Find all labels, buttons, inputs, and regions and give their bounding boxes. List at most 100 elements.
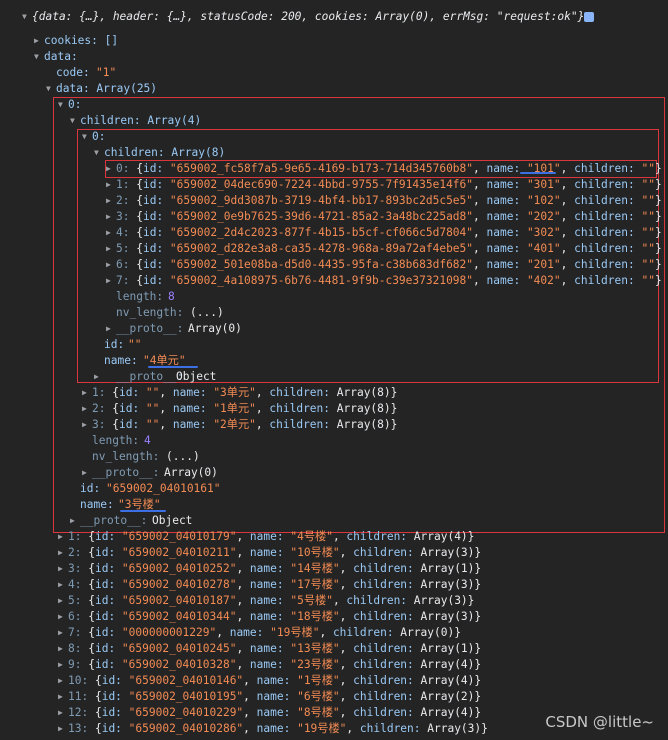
building-summary: 6: {id: "659002_04010344", name: "18号楼",… <box>68 610 482 623</box>
expand-arrow-icon[interactable]: ▶ <box>58 577 67 593</box>
children-key: children: <box>269 386 337 399</box>
expand-arrow-icon[interactable]: ▶ <box>58 657 67 673</box>
proto-row[interactable]: ▶ __proto__: Array(0) <box>0 321 668 337</box>
children-key: children: <box>353 706 421 719</box>
expand-arrow-icon[interactable]: ▶ <box>82 385 91 401</box>
id-key: id: <box>142 178 170 191</box>
expand-arrow-icon[interactable]: ▶ <box>34 33 43 49</box>
children-key: children: <box>353 642 421 655</box>
item0-row[interactable]: ▼ 0: <box>0 97 668 113</box>
room-row[interactable]: ▶ 1: {id: "659002_04dec690-7224-4bbd-9755… <box>0 177 668 193</box>
building-id: "659002_04010286" <box>128 722 244 735</box>
expand-arrow-icon[interactable]: ▶ <box>70 513 79 529</box>
building-row[interactable]: ▶ 7: {id: "000000001229", name: "19号楼", c… <box>0 625 668 641</box>
expand-arrow-icon[interactable]: ▶ <box>106 321 115 337</box>
nv-length-value[interactable]: (...) <box>166 449 200 465</box>
room-row[interactable]: ▶ 2: {id: "659002_9dd3087b-3719-4bf4-bb17… <box>0 193 668 209</box>
room-children: "" <box>641 226 655 239</box>
cookies-row[interactable]: ▶ cookies: [] <box>0 33 668 49</box>
expand-arrow-icon[interactable]: ▶ <box>82 465 91 481</box>
building-proto-obj-row[interactable]: ▶ __proto__: Object <box>0 513 668 529</box>
expand-arrow-icon[interactable]: ▶ <box>94 369 103 385</box>
nv-length-row[interactable]: nv_length: (...) <box>0 305 668 321</box>
expand-arrow-icon[interactable]: ▶ <box>58 641 67 657</box>
response-summary-row[interactable]: ▼ {data: {…}, header: {…}, statusCode: 2… <box>0 9 668 25</box>
building-row[interactable]: ▶ 3: {id: "659002_04010252", name: "14号楼"… <box>0 561 668 577</box>
expand-arrow-icon[interactable]: ▶ <box>58 705 67 721</box>
unit-row[interactable]: ▶ 3: {id: "", name: "2单元", children: Arra… <box>0 417 668 433</box>
building-index: 5: <box>68 594 82 607</box>
item0-children-row[interactable]: ▼ children: Array(4) <box>0 113 668 129</box>
building-row[interactable]: ▶ 11: {id: "659002_04010195", name: "6号楼"… <box>0 689 668 705</box>
building-row[interactable]: ▶ 8: {id: "659002_04010245", name: "13号楼"… <box>0 641 668 657</box>
data-array-row[interactable]: ▼ data: Array(25) <box>0 81 668 97</box>
expand-arrow-icon[interactable]: ▶ <box>106 241 115 257</box>
expand-arrow-icon[interactable]: ▶ <box>106 161 115 177</box>
building-row[interactable]: ▶ 9: {id: "659002_04010328", name: "23号楼"… <box>0 657 668 673</box>
expand-arrow-icon[interactable]: ▼ <box>82 129 91 145</box>
expand-arrow-icon[interactable]: ▼ <box>34 49 43 65</box>
building-children: Array(3) <box>420 578 475 591</box>
expand-arrow-icon[interactable]: ▶ <box>58 593 67 609</box>
info-icon[interactable] <box>584 12 594 22</box>
room-row[interactable]: ▶ 3: {id: "659002_0e9b7625-39d6-4721-85a2… <box>0 209 668 225</box>
item0-proto-row[interactable]: ▶ __proto__: Array(0) <box>0 465 668 481</box>
id-key: id: <box>142 194 170 207</box>
item0-nv-length-row[interactable]: nv_length: (...) <box>0 449 668 465</box>
expand-arrow-icon[interactable]: ▶ <box>106 209 115 225</box>
expand-arrow-icon[interactable]: ▼ <box>58 97 67 113</box>
nv-length-value[interactable]: (...) <box>190 305 224 321</box>
expand-arrow-icon[interactable]: ▶ <box>58 561 67 577</box>
nv-length-key: nv_length: <box>92 450 160 463</box>
room-id: "659002_fc58f7a5-9e65-4169-b173-714d3457… <box>169 162 474 175</box>
unit-row[interactable]: ▶ 1: {id: "", name: "3单元", children: Arra… <box>0 385 668 401</box>
id-key: id: <box>94 610 122 623</box>
expand-arrow-icon[interactable]: ▶ <box>58 529 67 545</box>
expand-arrow-icon[interactable]: ▶ <box>58 673 67 689</box>
length-value: 8 <box>168 290 175 303</box>
expand-arrow-icon[interactable]: ▶ <box>82 417 91 433</box>
expand-arrow-icon[interactable]: ▼ <box>22 9 31 25</box>
unit0-row[interactable]: ▼ 0: <box>0 129 668 145</box>
id-key: id: <box>101 690 129 703</box>
room-row[interactable]: ▶ 6: {id: "659002_501e08ba-d5d0-4435-95fa… <box>0 257 668 273</box>
room-row[interactable]: ▶ 0: {id: "659002_fc58f7a5-9e65-4169-b173… <box>0 161 668 177</box>
unit-row[interactable]: ▶ 2: {id: "", name: "1单元", children: Arra… <box>0 401 668 417</box>
building-children: Array(4) <box>420 658 475 671</box>
unit0-label: 0: <box>92 130 106 143</box>
expand-arrow-icon[interactable]: ▶ <box>58 721 67 737</box>
building-row[interactable]: ▶ 1: {id: "659002_04010179", name: "4号楼",… <box>0 529 668 545</box>
expand-arrow-icon[interactable]: ▼ <box>70 113 79 129</box>
room-index: 3: <box>116 210 130 223</box>
expand-arrow-icon[interactable]: ▶ <box>58 625 67 641</box>
expand-arrow-icon[interactable]: ▼ <box>46 81 55 97</box>
expand-arrow-icon[interactable]: ▶ <box>82 401 91 417</box>
expand-arrow-icon[interactable]: ▶ <box>106 177 115 193</box>
room-children: "" <box>641 210 655 223</box>
expand-arrow-icon[interactable]: ▶ <box>106 273 115 289</box>
expand-arrow-icon[interactable]: ▶ <box>58 609 67 625</box>
expand-arrow-icon[interactable]: ▼ <box>94 145 103 161</box>
building-row[interactable]: ▶ 5: {id: "659002_04010187", name: "5号楼",… <box>0 593 668 609</box>
building-row[interactable]: ▶ 10: {id: "659002_04010146", name: "1号楼"… <box>0 673 668 689</box>
expand-arrow-icon[interactable]: ▶ <box>106 193 115 209</box>
building-row[interactable]: ▶ 2: {id: "659002_04010211", name: "10号楼"… <box>0 545 668 561</box>
building-row[interactable]: ▶ 6: {id: "659002_04010344", name: "18号楼"… <box>0 609 668 625</box>
building-index: 7: <box>68 626 82 639</box>
building-id-row: id: "659002_04010161" <box>0 481 668 497</box>
expand-arrow-icon[interactable]: ▶ <box>106 257 115 273</box>
unit0-children-row[interactable]: ▼ children: Array(8) <box>0 145 668 161</box>
expand-arrow-icon[interactable]: ▶ <box>58 545 67 561</box>
children-key: children: <box>574 210 642 223</box>
expand-arrow-icon[interactable]: ▶ <box>58 689 67 705</box>
building-row[interactable]: ▶ 4: {id: "659002_04010278", name: "17号楼"… <box>0 577 668 593</box>
unit-proto-obj-row[interactable]: ▶ __proto__: Object <box>0 369 668 385</box>
room-row[interactable]: ▶ 4: {id: "659002_2d4c2023-877f-4b15-b5cf… <box>0 225 668 241</box>
id-key: id: <box>94 642 122 655</box>
id-key: id: <box>142 226 170 239</box>
id-key: id: <box>142 210 170 223</box>
room-row[interactable]: ▶ 7: {id: "659002_4a108975-6b76-4481-9f9b… <box>0 273 668 289</box>
room-row[interactable]: ▶ 5: {id: "659002_d282e3a8-ca35-4278-968a… <box>0 241 668 257</box>
expand-arrow-icon[interactable]: ▶ <box>106 225 115 241</box>
data-row[interactable]: ▼ data: <box>0 49 668 65</box>
